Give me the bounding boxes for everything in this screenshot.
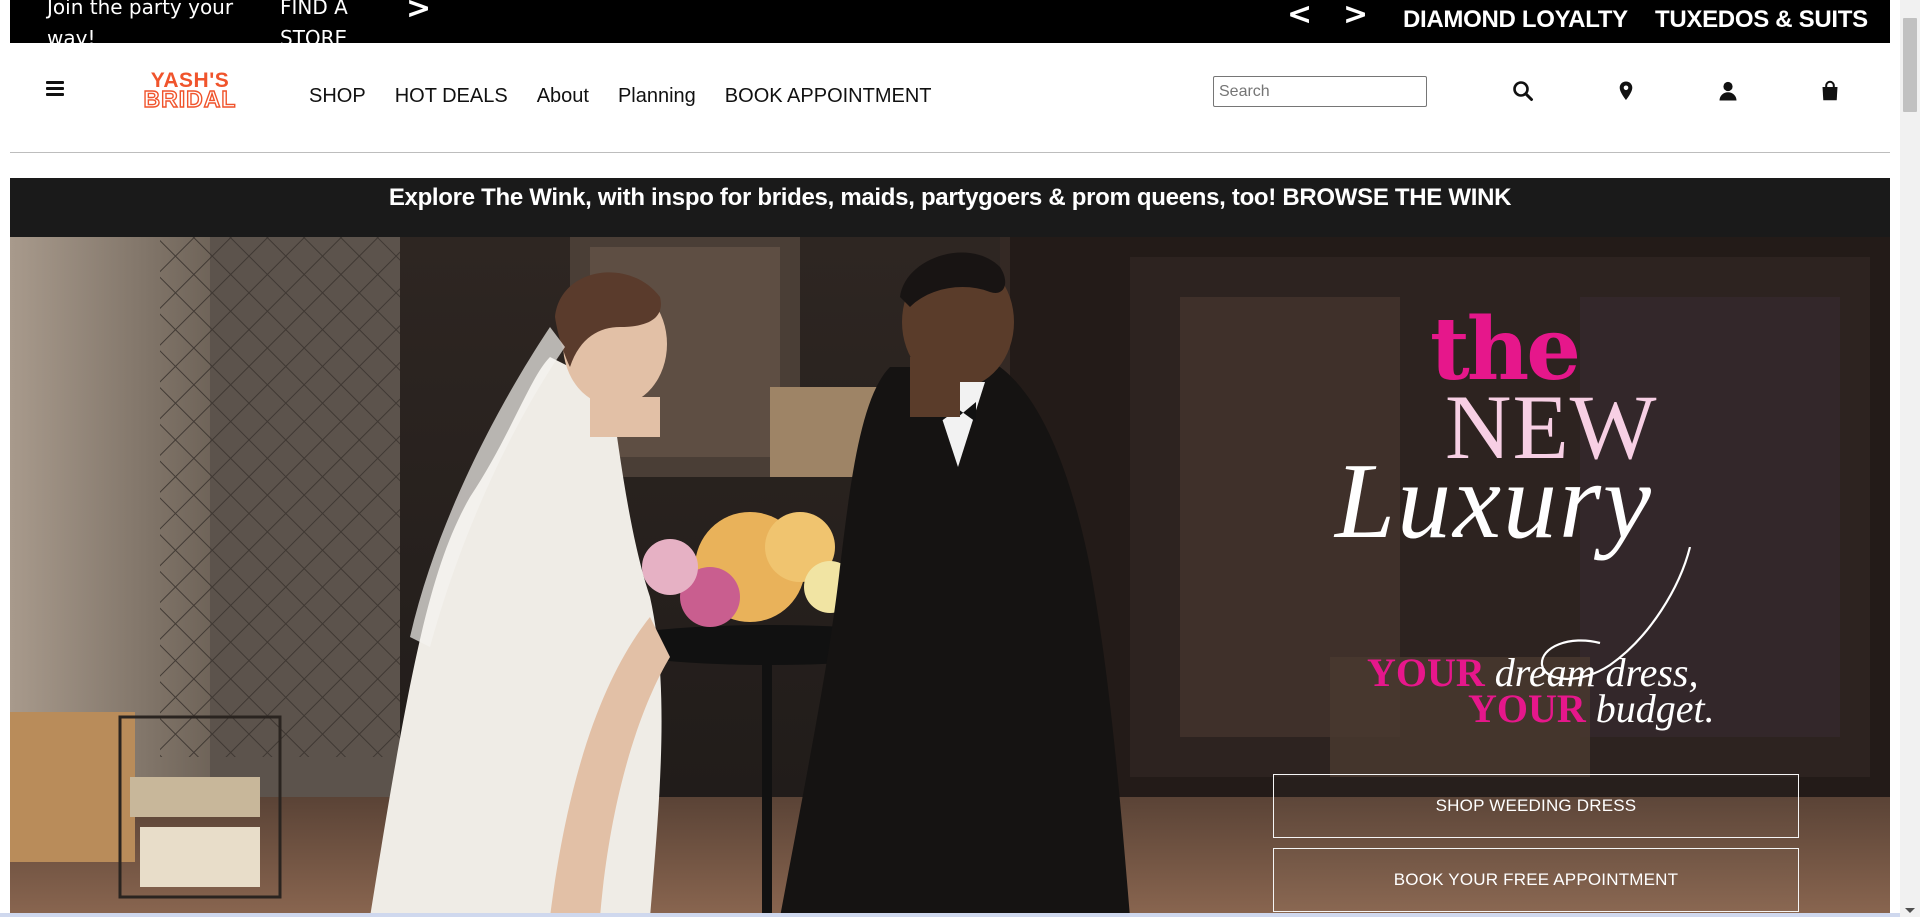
nav-book-appointment[interactable]: BOOK APPOINTMENT (725, 85, 932, 108)
site-logo[interactable]: YASH'S BRIDAL (136, 70, 244, 113)
promo-text: Join the party your way! (47, 0, 234, 43)
announcement-banner[interactable]: Explore The Wink, with inspo for brides,… (10, 178, 1890, 237)
bottom-edge-bar (0, 913, 1900, 917)
shopping-bag-icon[interactable] (1818, 79, 1842, 103)
scroll-down-arrow-icon[interactable] (1905, 908, 1915, 913)
nav-shop[interactable]: SHOP (309, 85, 366, 108)
search-input[interactable] (1213, 76, 1427, 107)
tuxedos-suits-link[interactable]: TUXEDOS & SUITS (1655, 6, 1868, 34)
carousel-prev-arrow-icon[interactable]: < (1287, 0, 1312, 30)
hero-tagline-luxury: Luxury (1335, 442, 1653, 561)
hero-banner: the NEW Luxury YOUR dream dress, YOUR bu… (10, 237, 1890, 917)
map-pin-icon[interactable] (1614, 79, 1638, 103)
site-header: YASH'S BRIDAL SHOP HOT DEALS About Plann… (10, 43, 1890, 153)
main-nav: SHOP HOT DEALS About Planning BOOK APPOI… (309, 85, 961, 108)
find-a-store-link[interactable]: FIND A STORE (280, 0, 370, 43)
search-icon[interactable] (1511, 79, 1535, 103)
nav-planning[interactable]: Planning (618, 85, 696, 108)
page-scrollbar[interactable] (1900, 0, 1920, 917)
promo-next-arrow-icon[interactable]: > (406, 0, 431, 24)
nav-hot-deals[interactable]: HOT DEALS (395, 85, 508, 108)
nav-about[interactable]: About (537, 85, 589, 108)
shop-wedding-dress-button[interactable]: SHOP WEEDING DRESS (1273, 774, 1799, 838)
scrollbar-thumb[interactable] (1903, 18, 1917, 112)
logo-line-2: BRIDAL (143, 86, 237, 112)
hero-subtitle-line-2: YOUR budget. (1468, 686, 1715, 731)
hamburger-menu-icon[interactable] (46, 81, 64, 96)
book-free-appointment-button[interactable]: BOOK YOUR FREE APPOINTMENT (1273, 848, 1799, 912)
carousel-next-arrow-icon[interactable]: > (1343, 0, 1368, 30)
diamond-loyalty-link[interactable]: DIAMOND LOYALTY (1403, 6, 1628, 34)
promo-bar: Join the party your way! FIND A STORE > … (10, 0, 1890, 43)
user-icon[interactable] (1716, 79, 1740, 103)
